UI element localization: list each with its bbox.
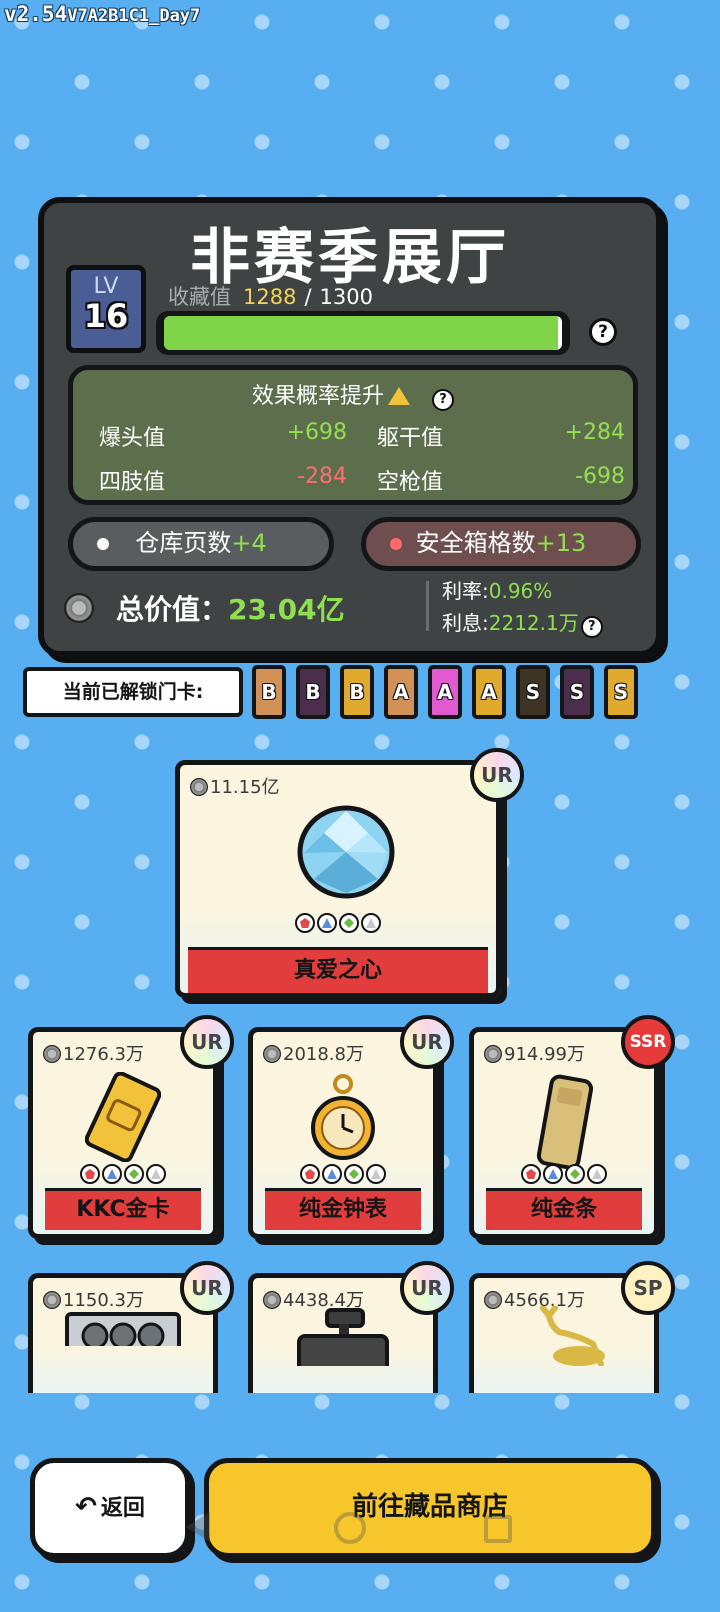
undo-arrow-icon: ↶ — [75, 1492, 97, 1522]
item-name: 真爱之心 — [188, 947, 488, 993]
collection-value-row: 收藏值 1288/1300 — [168, 285, 373, 309]
rarity-badge: UR — [400, 1261, 454, 1315]
hall-panel: 非赛季展厅 LV 16 收藏值 1288/1300 ? 效果概率提升? 爆头值 +6… — [38, 197, 662, 657]
attribute-icons — [253, 1164, 433, 1188]
rarity-badge: SSR — [621, 1015, 675, 1069]
stat-limbs: 四肢值 -284 — [99, 464, 347, 495]
key-card-s[interactable]: S — [604, 665, 638, 719]
effect-title: 效果概率提升? — [73, 378, 633, 411]
collection-label: 收藏值 — [168, 285, 231, 309]
interest-amount: 利息:2212.1万? — [442, 607, 603, 638]
rarity-badge: UR — [180, 1015, 234, 1069]
key-card-b[interactable]: B — [340, 665, 374, 719]
pocket-watch-icon — [253, 1072, 433, 1172]
item-name: 纯金条 — [486, 1188, 642, 1230]
item-price: 1276.3万 — [43, 1040, 144, 1066]
stat-empty-shot: 空枪值 -698 — [377, 464, 625, 495]
stat-headshot: 爆头值 +698 — [99, 420, 347, 451]
key-card-s[interactable]: S — [516, 665, 550, 719]
coin-icon — [190, 778, 208, 796]
attribute-icons — [180, 913, 496, 937]
rarity-badge: SP — [621, 1261, 675, 1315]
interest-help-icon[interactable]: ? — [580, 616, 603, 638]
level-label: LV — [93, 274, 119, 299]
attribute-icons — [474, 1164, 654, 1188]
version-label: v2.54V7A2B1C1_Day7 — [4, 2, 201, 26]
featured-item-card[interactable]: 11.15亿 真爱之心 — [175, 760, 501, 998]
gold-bar-icon — [474, 1072, 654, 1176]
go-to-shop-button[interactable]: 前往藏品商店 — [204, 1458, 656, 1558]
collection-progress-fill — [164, 316, 559, 350]
key-card-b[interactable]: B — [296, 665, 330, 719]
level-number: 16 — [83, 297, 129, 335]
interest-rate: 利率:0.96% — [442, 579, 553, 603]
back-button[interactable]: ↶ 返回 — [30, 1458, 190, 1558]
coin-icon — [484, 1045, 502, 1063]
item-name: KKC金卡 — [45, 1188, 201, 1230]
camera-icon — [253, 1306, 433, 1378]
item-price: 11.15亿 — [190, 773, 280, 799]
key-card-a[interactable]: A — [428, 665, 462, 719]
rarity-badge: UR — [470, 748, 524, 802]
key-card-s[interactable]: S — [560, 665, 594, 719]
level-badge: LV 16 — [66, 265, 146, 353]
effect-help-icon[interactable]: ? — [432, 389, 454, 411]
key-card-a[interactable]: A — [384, 665, 418, 719]
safe-box-slots-pill[interactable]: 安全箱格数+13 — [361, 517, 641, 571]
collection-help-icon[interactable]: ? — [589, 318, 617, 346]
total-value-row: 总价值：23.04亿 — [64, 588, 345, 628]
nav-home-icon[interactable] — [334, 1512, 366, 1544]
item-price: 914.99万 — [484, 1040, 585, 1066]
key-card-b[interactable]: B — [252, 665, 286, 719]
item-name: 纯金钟表 — [265, 1188, 421, 1230]
effect-probability-box: 效果概率提升? 爆头值 +698 躯干值 +284 四肢值 -284 空枪值 -698 — [68, 365, 638, 505]
coin-icon — [263, 1045, 281, 1063]
coin-icon — [43, 1045, 61, 1063]
white-dot-icon — [97, 538, 109, 550]
attribute-icons — [33, 1164, 213, 1188]
nav-recent-icon[interactable] — [484, 1515, 512, 1543]
diamond-icon — [297, 805, 395, 899]
key-card-a[interactable]: A — [472, 665, 506, 719]
unlocked-cards-label: 当前已解锁门卡: — [23, 667, 243, 717]
gold-card-icon — [33, 1071, 213, 1166]
collection-progress-bar — [156, 311, 570, 355]
collection-current: 1288 — [243, 285, 297, 309]
triangle-up-icon — [388, 387, 410, 405]
golden-deer-icon — [474, 1305, 654, 1370]
collection-max: 1300 — [319, 285, 373, 309]
graphics-card-icon — [33, 1306, 213, 1356]
item-price: 2018.8万 — [263, 1040, 364, 1066]
rarity-badge: UR — [180, 1261, 234, 1315]
nav-back-icon[interactable] — [186, 1512, 210, 1542]
total-value: 23.04亿 — [228, 593, 345, 626]
storage-pages-pill[interactable]: 仓库页数+4 — [68, 517, 334, 571]
red-dot-icon — [390, 538, 402, 550]
divider — [426, 581, 429, 631]
coin-icon — [64, 593, 94, 623]
stat-torso: 躯干值 +284 — [377, 420, 625, 451]
rarity-badge: UR — [400, 1015, 454, 1069]
